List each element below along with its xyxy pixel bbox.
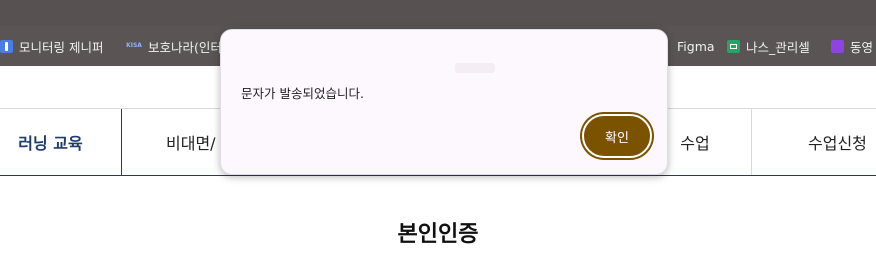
dialog-title-placeholder: [455, 63, 495, 73]
confirm-button[interactable]: 확인: [582, 114, 652, 158]
tab-class-application[interactable]: 수업신청: [752, 109, 876, 175]
spreadsheet-icon: [727, 39, 740, 53]
browser-titlebar: [0, 0, 876, 26]
bookmark-kisa[interactable]: KISA 보호나라(인터: [126, 26, 222, 66]
folder-icon: [831, 39, 844, 53]
bookmark-label: 나스_관리셀: [746, 39, 810, 55]
tab-label: 비대면/: [166, 134, 216, 153]
tab-learning-education[interactable]: 러닝 교육: [0, 109, 121, 175]
bookmark-figma[interactable]: Figma: [677, 26, 715, 66]
bookmark-monitoring[interactable]: 모니터링 제니퍼: [0, 26, 103, 66]
dialog-message: 문자가 발송되었습니다.: [241, 86, 364, 101]
bookmark-label: 모니터링 제니퍼: [19, 39, 104, 55]
tab-label: 수업: [680, 134, 710, 153]
alert-dialog: 문자가 발송되었습니다. 확인: [220, 29, 668, 175]
kisa-icon: KISA: [126, 42, 142, 49]
pin-icon: [0, 39, 13, 53]
page-title: 본인인증: [397, 222, 479, 247]
bookmark-label: Figma: [677, 38, 715, 54]
bookmark-nas[interactable]: 나스_관리셀: [727, 26, 810, 66]
tab-label: 수업신청: [808, 134, 867, 153]
bookmark-video[interactable]: 동영: [831, 26, 873, 66]
bookmark-label: 보호나라(인터: [148, 39, 222, 55]
tab-label: 러닝 교육: [18, 134, 83, 153]
bookmark-label: 동영: [850, 39, 874, 55]
